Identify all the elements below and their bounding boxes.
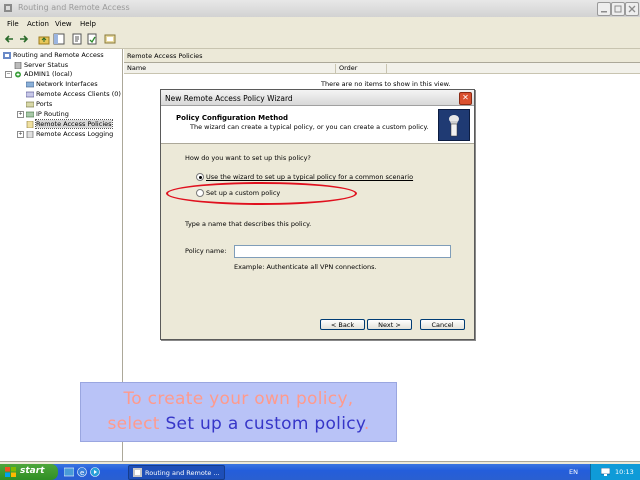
caption-line-1: To create your own policy, (123, 389, 354, 409)
dialog-titlebar: New Remote Access Policy Wizard ✕ (161, 90, 474, 106)
minimize-button[interactable] (597, 2, 611, 16)
language-indicator[interactable]: EN (569, 468, 578, 476)
close-button[interactable] (625, 2, 639, 16)
up-folder-icon[interactable] (38, 33, 50, 45)
network-icon (26, 81, 34, 88)
routing-app-icon (133, 468, 142, 477)
cancel-button[interactable]: Cancel (420, 319, 465, 330)
tree-item-network-interfaces[interactable]: Network Interfaces (26, 80, 98, 88)
quick-launch-media-icon[interactable] (90, 467, 100, 477)
annotation-circle (166, 182, 357, 205)
back-arrow-icon[interactable] (3, 33, 15, 45)
dialog-close-button[interactable]: ✕ (459, 92, 472, 105)
start-label: start (20, 466, 45, 476)
menu-action[interactable]: Action (27, 20, 49, 28)
ip-routing-icon (26, 111, 34, 118)
dialog-title: New Remote Access Policy Wizard (165, 94, 293, 103)
clients-icon (26, 91, 34, 98)
refresh-icon[interactable] (86, 33, 98, 45)
menu-help[interactable]: Help (80, 20, 96, 28)
svg-text:e: e (80, 469, 84, 477)
ports-icon (26, 101, 34, 108)
help-icon[interactable] (104, 33, 116, 45)
next-button[interactable]: Next > (367, 319, 412, 330)
empty-list-message: There are no items to show in this view. (321, 80, 451, 88)
quick-launch-browser-icon[interactable]: e (77, 467, 87, 477)
logging-icon (26, 130, 34, 138)
clock[interactable]: 10:13 (615, 468, 634, 476)
caption-line-2-suffix: . (363, 414, 370, 434)
dialog-header: Policy Configuration Method The wizard c… (161, 106, 474, 144)
tree-item-ports[interactable]: Ports (26, 100, 52, 108)
policy-name-label: Policy name: (185, 247, 227, 255)
tree-item-ip-routing[interactable]: IP Routing (26, 110, 69, 118)
caption-highlight: Set up a custom policy (165, 414, 364, 434)
tree-item-server[interactable]: ADMIN1 (local) (14, 70, 72, 78)
dialog-header-title: Policy Configuration Method (176, 114, 289, 122)
properties-icon[interactable] (71, 33, 83, 45)
caption-line-2: select Set up a custom policy. (81, 414, 396, 434)
show-hide-tree-icon[interactable] (53, 33, 65, 45)
policy-name-prompt: Type a name that describes this policy. (185, 220, 312, 228)
column-name[interactable]: Name (127, 64, 146, 72)
tutorial-caption: To create your own policy, select Set up… (80, 382, 397, 442)
expander-logging[interactable]: + (17, 131, 24, 138)
policy-wizard-icon (438, 109, 470, 141)
taskbar-item-label: Routing and Remote ... (145, 469, 220, 477)
tree-item-server-status[interactable]: Server Status (14, 61, 68, 69)
tree-item-remote-access-clients[interactable]: Remote Access Clients (0) (26, 90, 121, 98)
caption-line-2-prefix: select (107, 414, 166, 434)
taskbar-routing-window[interactable]: Routing and Remote ... (128, 465, 225, 480)
policy-wizard-dialog: New Remote Access Policy Wizard ✕ Policy… (160, 89, 475, 340)
server-icon (14, 71, 22, 78)
routing-app-icon (3, 51, 11, 59)
policy-name-example: Example: Authenticate all VPN connection… (234, 263, 377, 271)
dialog-header-subtitle: The wizard can create a typical policy, … (190, 123, 429, 131)
forward-arrow-icon[interactable] (18, 33, 30, 45)
taskbar: start e Routing and Remote ... EN 10:13 (0, 464, 640, 480)
show-desktop-icon[interactable] (64, 467, 74, 477)
column-headers: Name Order (124, 63, 640, 74)
menu-bar: File Action View Help (0, 17, 640, 31)
maximize-button[interactable] (611, 2, 625, 16)
app-icon (3, 3, 13, 13)
window-titlebar: Routing and Remote Access (0, 0, 640, 18)
tree-root[interactable]: Routing and Remote Access (3, 51, 104, 59)
toolbar (0, 31, 640, 49)
start-button[interactable]: start (0, 464, 58, 480)
details-pane-header: Remote Access Policies (124, 49, 640, 63)
setup-question: How do you want to set up this policy? (185, 154, 311, 162)
system-tray: 10:13 (590, 464, 640, 480)
back-button[interactable]: < Back (320, 319, 365, 330)
menu-view[interactable]: View (55, 20, 72, 28)
tree-item-remote-access-policies[interactable]: Remote Access Policies (26, 119, 113, 129)
server-status-icon (14, 61, 22, 69)
column-order[interactable]: Order (339, 64, 357, 72)
menu-file[interactable]: File (7, 20, 19, 28)
expander-ip-routing[interactable]: + (17, 111, 24, 118)
column-separator[interactable] (386, 64, 387, 74)
radio-wizard-option[interactable] (196, 173, 204, 181)
column-separator[interactable] (335, 64, 336, 74)
expander-server[interactable]: − (5, 71, 12, 78)
details-pane-title: Remote Access Policies (127, 52, 203, 60)
windows-logo-icon (5, 467, 16, 477)
policy-icon (26, 120, 34, 128)
policy-name-input[interactable] (234, 245, 451, 258)
wizard-option-label[interactable]: Use the wizard to set up a typical polic… (206, 173, 413, 181)
window-title: Routing and Remote Access (18, 3, 130, 12)
network-tray-icon[interactable] (601, 468, 610, 476)
tree-item-remote-access-logging[interactable]: Remote Access Logging (26, 130, 113, 138)
